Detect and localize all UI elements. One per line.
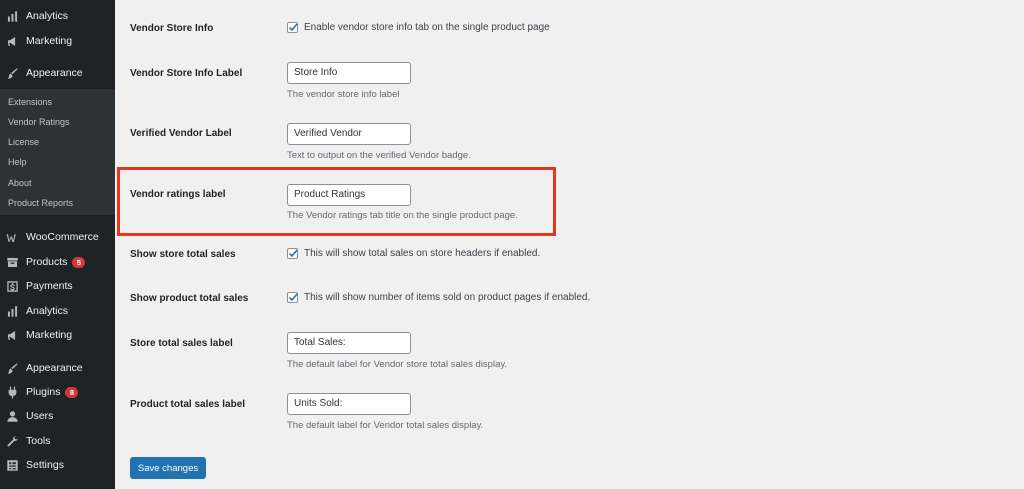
menu-appearance-2[interactable]: Appearance xyxy=(0,357,115,379)
submenu-help[interactable]: Help xyxy=(8,157,27,167)
show-store-total-sales-checkbox-text: This will show total sales on store head… xyxy=(304,248,541,259)
plugins-count-badge: 8 xyxy=(65,386,79,398)
verified-vendor-label-label: Verified Vendor Label xyxy=(130,128,232,139)
submenu-vendor-ratings[interactable]: Vendor Ratings xyxy=(8,117,70,127)
products-count-badge: 5 xyxy=(72,256,86,268)
menu-analytics-label: Analytics xyxy=(26,10,69,22)
submenu-extensions[interactable]: Extensions xyxy=(8,97,52,107)
menu-tools[interactable]: Tools xyxy=(0,430,115,452)
menu-marketing-label: Marketing xyxy=(26,35,73,47)
menu-products-label: Products xyxy=(26,256,68,268)
archive-icon xyxy=(6,256,19,269)
menu-marketing-2-label: Marketing xyxy=(26,329,73,341)
product-total-sales-label-description: The default label for Vendor total sales… xyxy=(287,420,484,431)
show-store-total-sales-option: This will show total sales on store head… xyxy=(287,248,540,259)
menu-payments-label: Payments xyxy=(26,280,73,292)
checkmark-icon xyxy=(288,249,298,258)
menu-marketing-2[interactable]: Marketing xyxy=(0,324,115,346)
menu-woocommerce-label: WooCommerce xyxy=(26,231,99,243)
verified-vendor-label-description: Text to output on the verified Vendor ba… xyxy=(287,150,471,161)
admin-sidebar: Analytics Marketing Appearance Extension… xyxy=(0,0,115,489)
vendor-store-info-label-label: Vendor Store Info Label xyxy=(130,68,243,79)
settings-icon xyxy=(6,459,19,472)
submenu-about[interactable]: About xyxy=(8,178,32,188)
store-total-sales-label-label: Store total sales label xyxy=(130,338,233,349)
show-store-total-sales-checkbox[interactable] xyxy=(287,248,298,259)
show-product-total-sales-option: This will show number of items sold on p… xyxy=(287,292,590,303)
vendor-store-info-label-input[interactable]: Store Info xyxy=(287,62,411,84)
product-total-sales-label-label: Product total sales label xyxy=(130,399,246,410)
menu-analytics[interactable]: Analytics xyxy=(0,5,115,27)
menu-appearance[interactable]: Appearance xyxy=(0,62,115,84)
show-product-total-sales-label: Show product total sales xyxy=(130,293,249,304)
menu-analytics-2[interactable]: Analytics xyxy=(0,300,115,322)
menu-analytics-2-label: Analytics xyxy=(26,305,69,317)
vendor-store-info-label: Vendor Store Info xyxy=(130,23,214,34)
menu-settings[interactable]: Settings xyxy=(0,454,115,476)
checkmark-icon xyxy=(288,293,298,302)
vendor-store-info-option: Enable vendor store info tab on the sing… xyxy=(287,22,550,33)
vendor-store-info-checkbox-text: Enable vendor store info tab on the sing… xyxy=(304,22,550,33)
checkmark-icon xyxy=(288,23,298,32)
show-product-total-sales-checkbox[interactable] xyxy=(287,292,298,303)
dollar-icon xyxy=(6,280,19,293)
menu-appearance-label: Appearance xyxy=(26,67,83,79)
analytics-icon xyxy=(6,305,19,318)
save-changes-button[interactable]: Save changes xyxy=(130,457,206,479)
woocommerce-icon xyxy=(6,231,19,244)
menu-users[interactable]: Users xyxy=(0,405,115,427)
paintbrush-icon xyxy=(6,362,19,375)
menu-plugins[interactable]: Plugins 8 xyxy=(0,381,115,403)
show-store-total-sales-label: Show store total sales xyxy=(130,249,236,260)
submenu-license[interactable]: License xyxy=(8,137,39,147)
settings-content: Vendor Store Info Enable vendor store in… xyxy=(115,0,1024,489)
menu-marketing[interactable]: Marketing xyxy=(0,30,115,52)
paintbrush-icon xyxy=(6,67,19,80)
plugin-icon xyxy=(6,386,19,399)
megaphone-icon xyxy=(6,35,19,48)
menu-settings-label: Settings xyxy=(26,459,64,471)
show-product-total-sales-checkbox-text: This will show number of items sold on p… xyxy=(304,292,591,303)
users-icon xyxy=(6,410,19,423)
store-total-sales-label-input[interactable]: Total Sales: xyxy=(287,332,411,354)
menu-tools-label: Tools xyxy=(26,435,51,447)
vendor-store-info-checkbox[interactable] xyxy=(287,22,298,33)
menu-woocommerce[interactable]: WooCommerce xyxy=(0,226,115,248)
menu-plugins-label: Plugins xyxy=(26,386,61,398)
submenu-product-reports[interactable]: Product Reports xyxy=(8,198,73,208)
product-total-sales-label-input[interactable]: Units Sold: xyxy=(287,393,411,415)
menu-payments[interactable]: Payments xyxy=(0,275,115,297)
menu-appearance-2-label: Appearance xyxy=(26,362,83,374)
wrench-icon xyxy=(6,435,19,448)
vendor-store-info-label-description: The vendor store info label xyxy=(287,89,400,100)
menu-products[interactable]: Products 5 xyxy=(0,251,115,273)
woocommerce-submenu: Extensions Vendor Ratings License Help A… xyxy=(0,89,115,215)
verified-vendor-label-input[interactable]: Verified Vendor xyxy=(287,123,411,145)
store-total-sales-label-description: The default label for Vendor store total… xyxy=(287,359,508,370)
analytics-icon xyxy=(6,10,19,23)
megaphone-icon xyxy=(6,329,19,342)
highlight-annotation-box xyxy=(117,167,556,236)
menu-users-label: Users xyxy=(26,410,54,422)
